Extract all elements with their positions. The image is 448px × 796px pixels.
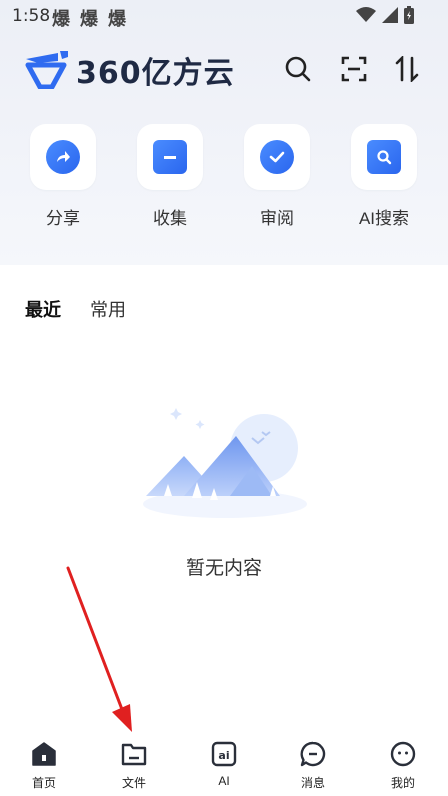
search-button[interactable] [284,55,312,83]
nav-messages-label: 消息 [300,776,325,790]
profile-icon [389,740,417,768]
sort-icon [395,56,419,82]
quick-action-collect[interactable]: 收集 [136,124,204,229]
scan-icon [341,56,367,82]
collect-icon [153,140,187,174]
search-icon [285,56,311,82]
quick-action-review[interactable]: 审阅 [243,124,311,229]
share-tile[interactable] [30,124,96,190]
share-icon [46,140,80,174]
ai-search-tile[interactable] [351,124,417,190]
collect-tile[interactable] [137,124,203,190]
ai-search-label: AI搜索 [358,209,410,228]
review-icon [260,140,294,174]
nav-files-label: 文件 [121,776,146,790]
quick-action-ai-search[interactable]: AI搜索 [350,124,418,229]
app-name: 360亿方云 [76,56,235,91]
review-tile[interactable] [244,124,310,190]
nav-home[interactable]: 首页 [14,740,74,791]
nav-ai[interactable]: ai AI [194,740,254,788]
notification-icon: 爆 [80,9,98,29]
collect-label: 收集 [153,209,187,228]
nav-profile[interactable]: 我的 [373,740,433,791]
notification-icon: 爆 [52,9,70,29]
sort-button[interactable] [393,55,421,83]
home-icon [30,740,58,768]
nav-profile-label: 我的 [390,776,415,790]
svg-text:ai: ai [218,749,229,762]
review-label: 审阅 [260,209,294,228]
nav-messages[interactable]: 消息 [283,740,343,791]
app-logo: 360亿方云 [24,48,235,92]
tab-recent[interactable]: 最近 [25,296,61,322]
signal-icon [382,7,398,23]
status-time: 1:58 [12,6,51,26]
message-icon [299,740,327,768]
notification-icon: 爆 [108,9,126,29]
ai-icon: ai [210,740,238,768]
wifi-icon [356,7,376,22]
tab-frequent[interactable]: 常用 [90,296,126,322]
nav-ai-label: AI [218,774,230,788]
ai-search-icon [367,140,401,174]
nav-home-label: 首页 [31,776,56,790]
empty-state-illustration [143,408,307,518]
battery-icon [404,6,414,24]
status-bar: 1:58 爆 爆 爆 [0,0,448,30]
nav-files[interactable]: 文件 [104,740,164,791]
bottom-navigation: 首页 文件 ai AI 消息 我的 [0,730,448,796]
quick-action-share[interactable]: 分享 [29,124,97,229]
empty-state-text: 暂无内容 [185,558,262,579]
folder-icon [120,740,148,768]
logo-icon [25,51,68,89]
share-label: 分享 [46,209,80,228]
scan-button[interactable] [340,55,368,83]
